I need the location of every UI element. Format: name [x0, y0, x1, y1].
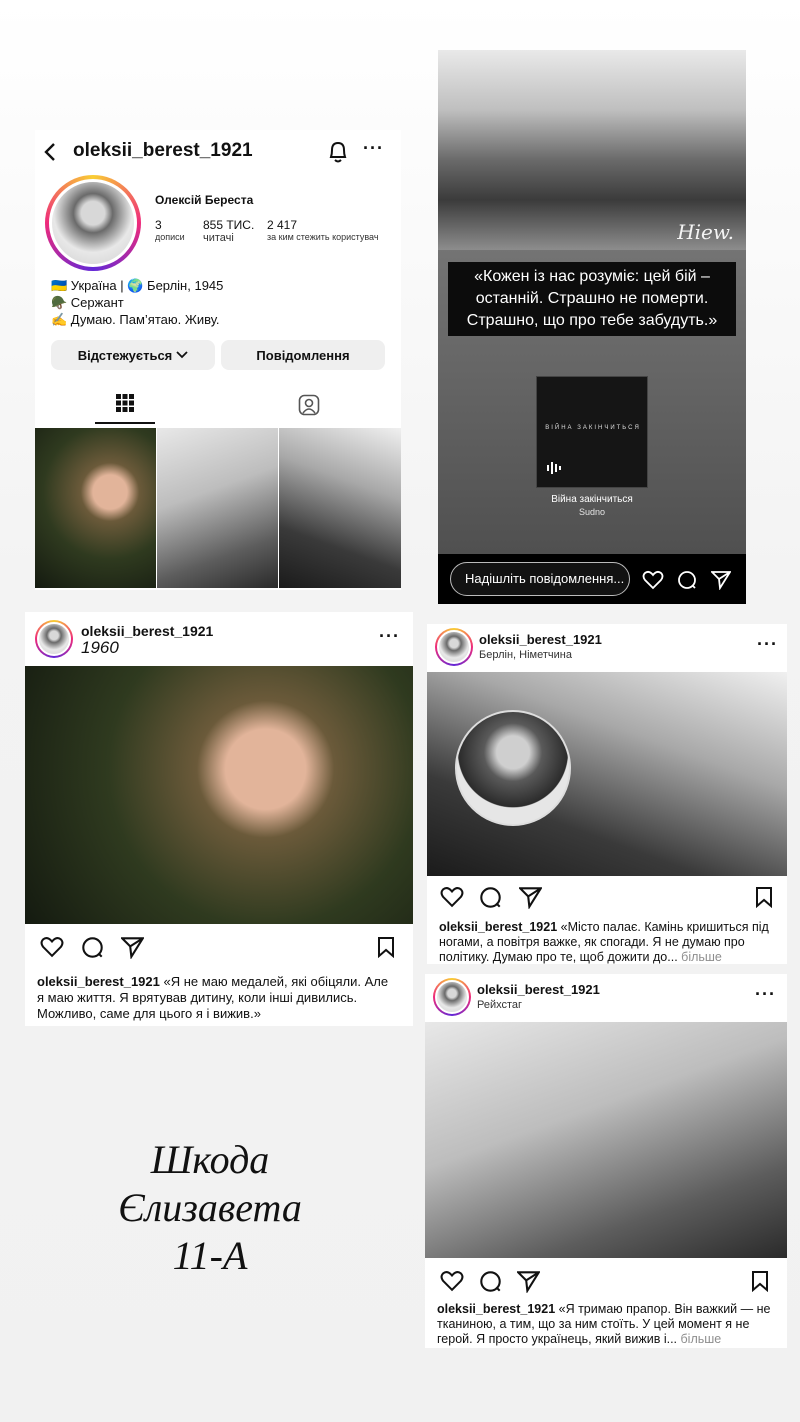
music-sticker[interactable]: Війна закінчиться [536, 376, 648, 488]
post1-caption: oleksii_berest_1921 «Я не маю медалей, я… [37, 974, 389, 1021]
stat-following[interactable]: 2 417 за ким стежить користувач [267, 218, 379, 242]
post2-location[interactable]: Берлін, Німетчина [479, 649, 572, 661]
waveform-icon [547, 462, 561, 474]
post2-comment-icon[interactable] [479, 886, 502, 909]
comment-icon[interactable] [677, 570, 697, 590]
post2-username[interactable]: oleksii_berest_1921 [479, 632, 602, 647]
post1-bookmark-icon[interactable] [377, 936, 395, 958]
post3-more-link[interactable]: більше [681, 1332, 722, 1346]
post2-avatar[interactable] [435, 628, 473, 666]
story-watermark: Hiew. [677, 220, 734, 244]
post-card-reichstag: oleksii_berest_1921 Рейхстаг ··· oleksii… [425, 974, 787, 1348]
post3-photo-soldiers-tank[interactable] [425, 1022, 787, 1258]
story-reply-input[interactable]: Надішліть повідомлення... [450, 562, 630, 596]
back-arrow-icon[interactable] [43, 142, 57, 162]
profile-avatar[interactable] [45, 175, 141, 271]
post1-heart-icon[interactable] [39, 936, 65, 958]
profile-username: oleksii_berest_1921 [73, 140, 253, 161]
post2-more-options-icon[interactable]: ··· [757, 634, 778, 655]
story-quote: «Кожен із нас розуміє: цей бій – останні… [448, 262, 736, 336]
post-card-1960: oleksii_berest_1921 1960 ··· oleksii_ber… [25, 612, 413, 1026]
message-button[interactable]: Повідомлення [221, 340, 385, 370]
post2-more-link[interactable]: більше [681, 950, 722, 964]
story-photo-ruins: Hiew. [438, 50, 746, 250]
author-surname: Шкода [150, 1137, 270, 1182]
following-button[interactable]: Відстежується [51, 340, 215, 370]
stat-followers[interactable]: 855 тис. читачі [203, 218, 254, 244]
post2-photo-reichstag[interactable] [427, 672, 787, 876]
post3-more-options-icon[interactable]: ··· [755, 984, 776, 1005]
post1-photo-salute[interactable] [25, 666, 413, 924]
author-class: 11-А [172, 1233, 248, 1278]
music-cover-text: Війна закінчиться [545, 425, 641, 431]
post1-share-icon[interactable] [121, 936, 144, 959]
profile-full-name: Олексій Береста [155, 193, 254, 207]
heart-icon[interactable] [642, 570, 664, 590]
author-credit: Шкода Єлизавета 11-А [60, 1136, 360, 1280]
post1-avatar[interactable] [35, 620, 73, 658]
bio-line-location: 🇺🇦 Україна | 🌍 Берлін, 1945 [51, 278, 224, 293]
story-screen: Hiew. «Кожен із нас розуміє: цей бій – о… [438, 50, 746, 604]
author-name: Єлизавета [118, 1185, 302, 1230]
music-title: Війна закінчиться [551, 494, 633, 505]
post3-bookmark-icon[interactable] [751, 1270, 769, 1292]
post3-username[interactable]: oleksii_berest_1921 [477, 982, 600, 997]
profile-card: oleksii_berest_1921 ··· Олексій Береста … [35, 130, 401, 590]
grid-photo-flag[interactable] [279, 428, 401, 588]
bell-icon[interactable] [327, 140, 349, 164]
music-artist: Sudno [578, 507, 606, 517]
tab-grid[interactable] [95, 388, 155, 424]
more-options-icon[interactable]: ··· [363, 138, 384, 159]
post3-share-icon[interactable] [517, 1270, 540, 1293]
stat-posts[interactable]: 3 дописи [155, 218, 185, 242]
post3-location[interactable]: Рейхстаг [477, 999, 522, 1011]
post2-bookmark-icon[interactable] [755, 886, 773, 908]
post3-heart-icon[interactable] [439, 1270, 465, 1292]
grid-photo-salute[interactable] [35, 428, 156, 588]
post3-caption: oleksii_berest_1921 «Я тримаю прапор. Ві… [437, 1302, 771, 1346]
chevron-down-icon [176, 351, 188, 359]
post1-subtitle: 1960 [81, 638, 119, 657]
post2-portrait-inset [455, 710, 571, 826]
post2-caption: oleksii_berest_1921 «Місто палає. Камінь… [439, 920, 769, 964]
post1-comment-icon[interactable] [81, 936, 104, 959]
grid-icon [116, 394, 134, 412]
bio-line-rank: 🪖 Сержант [51, 295, 124, 310]
tagged-icon[interactable] [298, 394, 320, 416]
post-card-berlin: oleksii_berest_1921 Берлін, Німетчина ··… [427, 624, 787, 964]
post2-heart-icon[interactable] [439, 886, 465, 908]
post1-username[interactable]: oleksii_berest_1921 [81, 623, 213, 639]
post3-avatar[interactable] [433, 978, 471, 1016]
grid-photo-soldiers[interactable] [157, 428, 278, 588]
post2-share-icon[interactable] [519, 886, 542, 909]
bio-line-motto: ✍️ Думаю. Пам’ятаю. Живу. [51, 312, 220, 327]
share-icon[interactable] [711, 570, 731, 590]
post3-comment-icon[interactable] [479, 1270, 502, 1293]
post1-more-options-icon[interactable]: ··· [379, 626, 400, 647]
